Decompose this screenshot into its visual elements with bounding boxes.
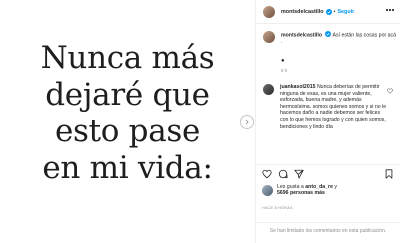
image-text-line: en mi vida: <box>42 149 213 186</box>
comments-limited-notice: Se han limitado los comentarios en esta … <box>269 228 387 234</box>
caption: montsdelcastillo Así están las cosas por… <box>263 31 397 46</box>
instagram-post: Nunca más dejaré que esto pase en mi vid… <box>0 0 400 243</box>
caption-time[interactable]: 8 h <box>281 68 287 73</box>
caption-bullet: ● <box>281 58 285 64</box>
section-divider <box>256 222 400 223</box>
caption-body: montsdelcastillo Así están las cosas por… <box>281 31 397 46</box>
comments-section: montsdelcastillo Así están las cosas por… <box>256 24 400 164</box>
avatar[interactable] <box>263 84 274 95</box>
likes-summary: Les gusta a anto_da_re y 5696 personas m… <box>262 184 337 197</box>
share-icon[interactable] <box>294 169 304 179</box>
post-side-panel: montsdelcastillo • Seguir montsdelcastil… <box>256 0 400 243</box>
comment-text: Nunca deberías de permitir ninguna de es… <box>280 84 387 130</box>
likes-connector: y <box>334 184 338 190</box>
header-username[interactable]: montsdelcastillo <box>281 9 324 15</box>
avatar[interactable] <box>262 184 273 196</box>
comment-username[interactable]: juankasol2015 <box>280 84 315 90</box>
image-text-line: esto pase <box>54 113 201 149</box>
verified-icon <box>325 31 332 37</box>
bookmark-icon[interactable] <box>384 169 394 179</box>
heart-icon[interactable] <box>262 169 272 179</box>
action-bar <box>262 168 394 180</box>
image-text-line: dejaré que <box>45 76 210 113</box>
post-image[interactable]: Nunca más dejaré que esto pase en mi vid… <box>0 0 255 243</box>
avatar[interactable] <box>263 31 275 43</box>
section-divider <box>256 164 400 165</box>
likes-count[interactable]: 5696 personas más <box>277 190 325 196</box>
comment-icon[interactable] <box>278 169 288 179</box>
header-separator: • <box>333 8 336 15</box>
caption-username[interactable]: montsdelcastillo <box>281 33 322 39</box>
heart-icon[interactable] <box>387 88 393 94</box>
more-icon[interactable] <box>386 9 394 13</box>
image-text-line: Nunca más <box>40 40 215 76</box>
chevron-right-icon <box>245 119 249 125</box>
comment-body: juankasol2015 Nunca deberías de permitir… <box>280 84 388 130</box>
avatar[interactable] <box>263 5 275 18</box>
comment-item: juankasol2015 Nunca deberías de permitir… <box>263 84 388 130</box>
verified-icon <box>325 8 332 15</box>
likes-prefix: Les gusta a <box>277 184 304 190</box>
post-image-text: Nunca más dejaré que esto pase en mi vid… <box>0 40 255 186</box>
likes-text: Les gusta a anto_da_re y 5696 personas m… <box>277 184 337 197</box>
next-image-button[interactable] <box>240 115 254 129</box>
follow-button[interactable]: Seguir <box>337 9 354 15</box>
post-timestamp[interactable]: HACE 8 HORAS <box>262 206 293 210</box>
likes-username[interactable]: anto_da_re <box>305 184 333 190</box>
post-header: montsdelcastillo • Seguir <box>256 0 400 24</box>
